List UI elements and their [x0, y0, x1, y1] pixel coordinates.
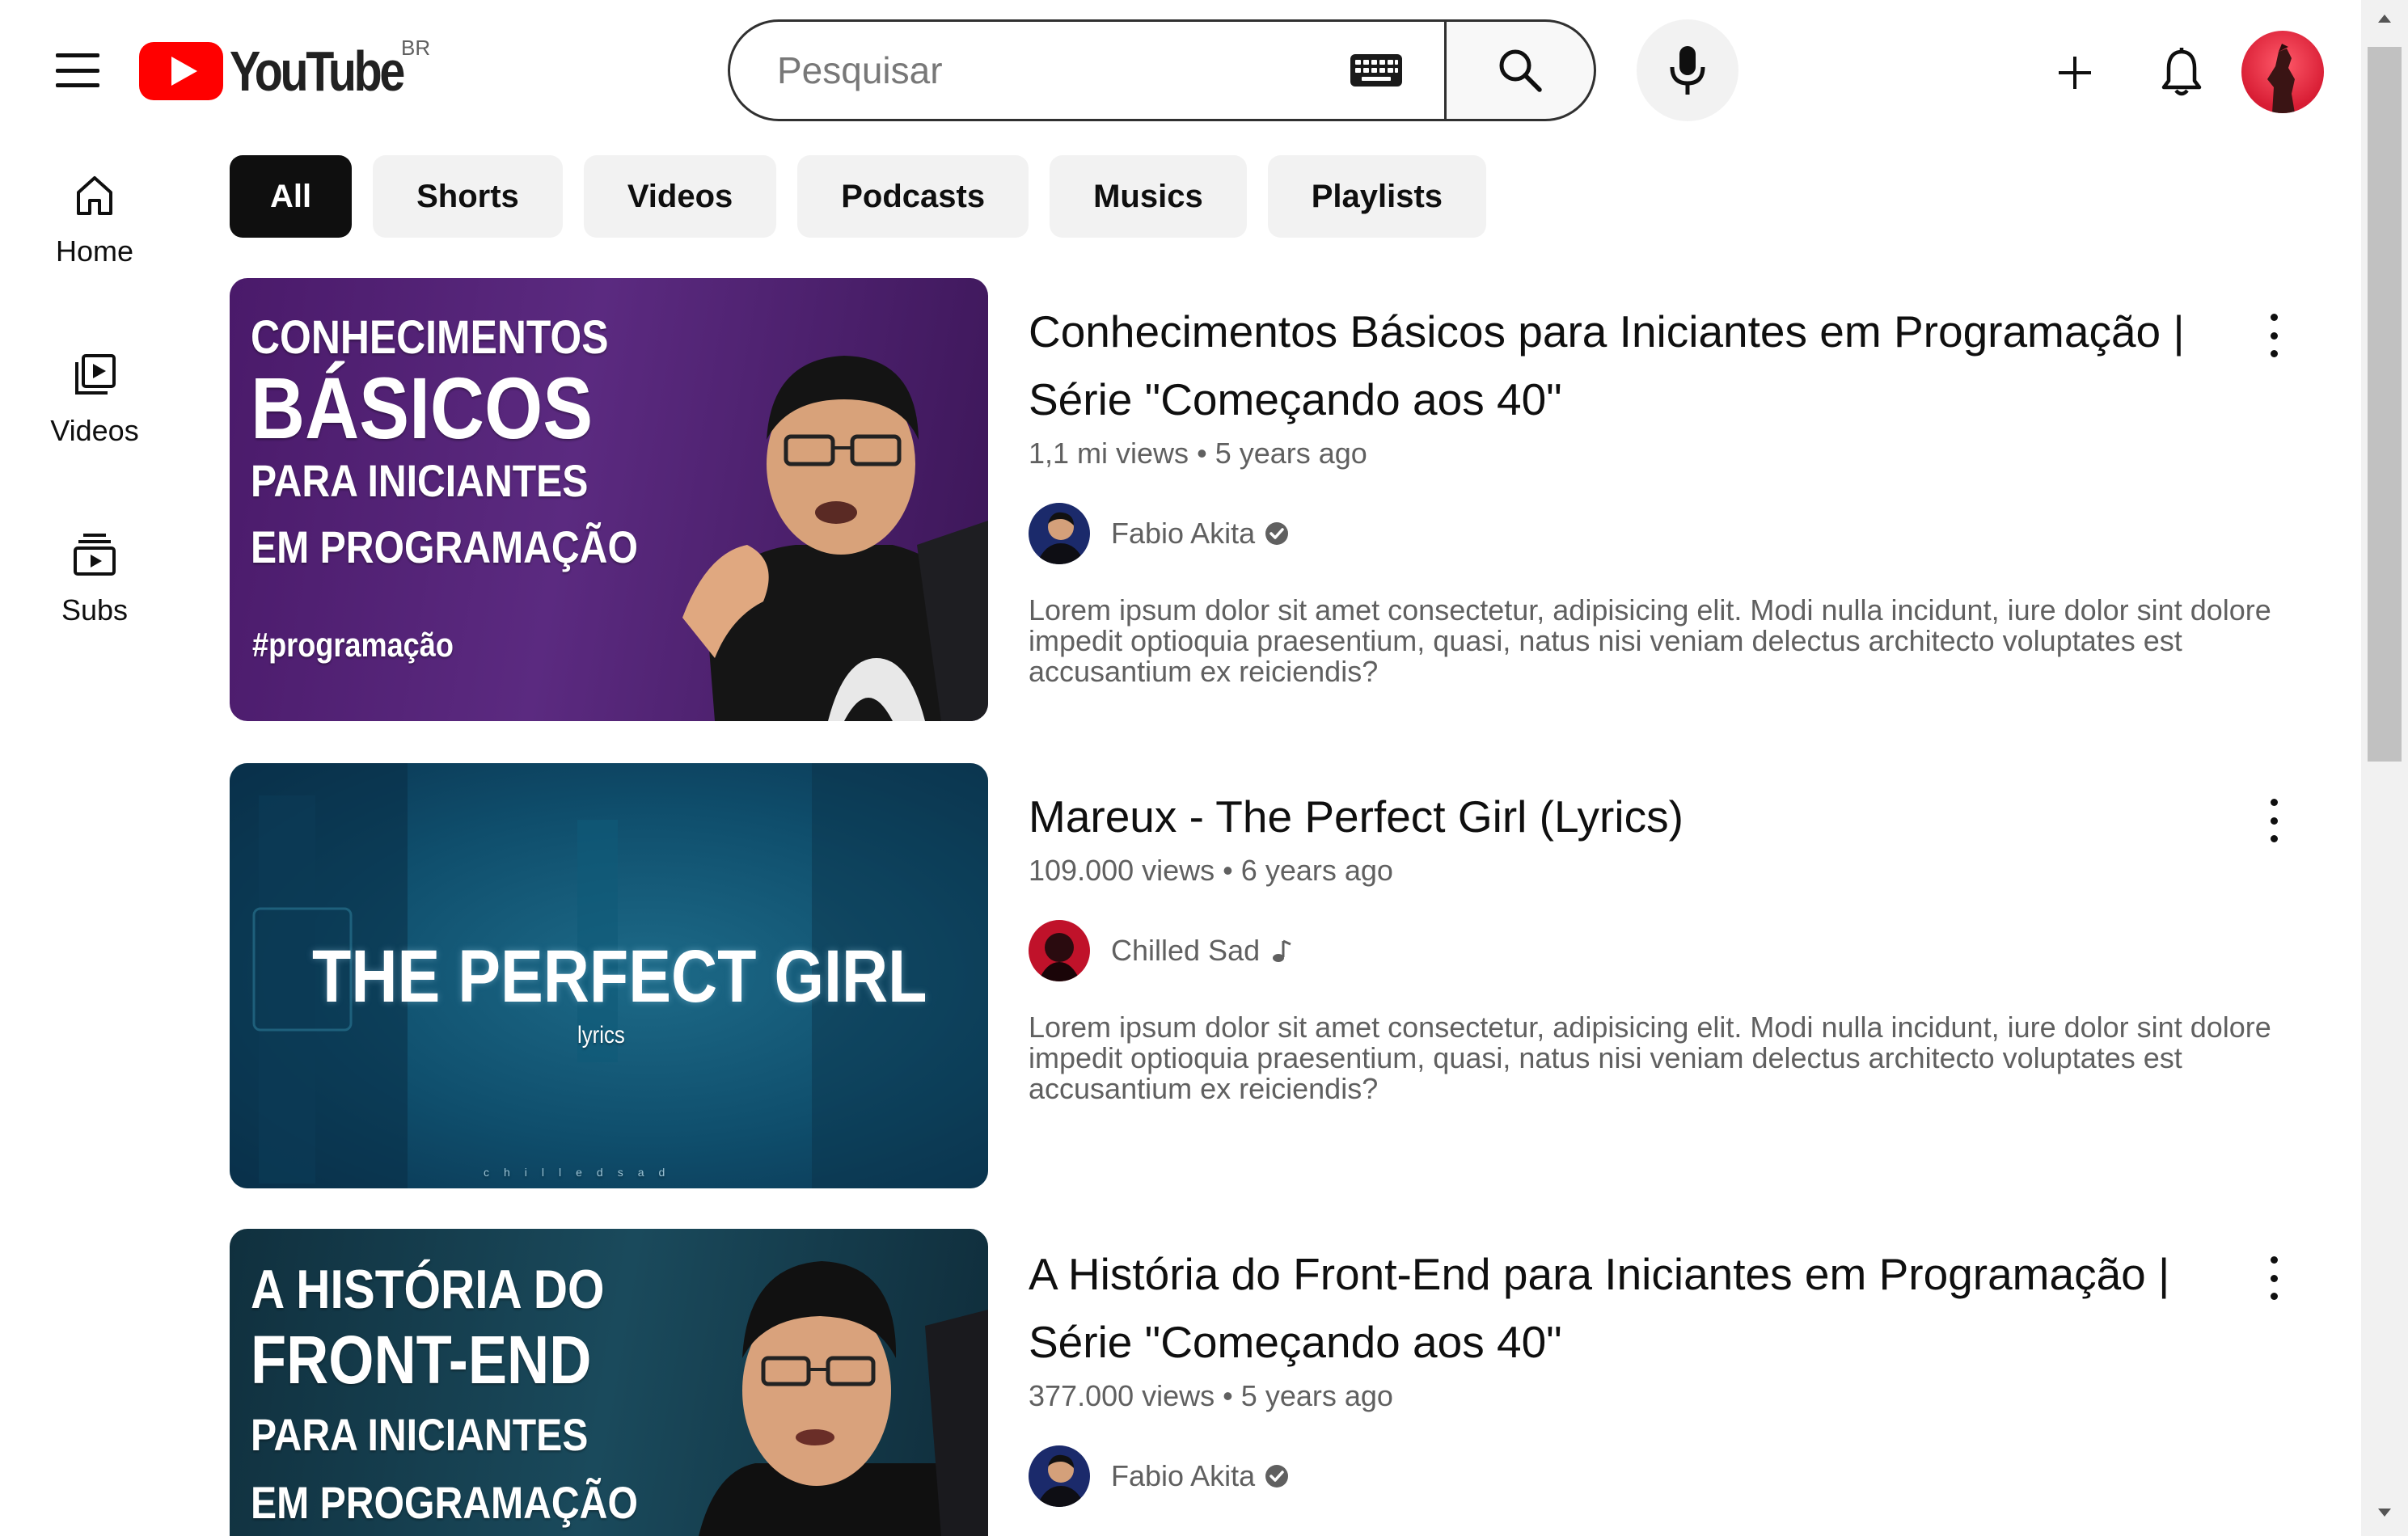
- thumbnail-text: PARA INICIANTES: [251, 455, 589, 506]
- logo-text: YouTube: [230, 40, 405, 103]
- masthead: YouTube BR: [0, 0, 2361, 142]
- chip-all[interactable]: All: [230, 155, 353, 238]
- channel-name: Fabio Akita: [1111, 1459, 1256, 1492]
- thumbnail-text: FRONT-END: [251, 1322, 592, 1398]
- chip-musics[interactable]: Musics: [1050, 155, 1247, 238]
- channel-avatar: [1029, 503, 1090, 564]
- channel-avatar-image: [1029, 1445, 1090, 1507]
- video-title[interactable]: A História do Front-End para Iniciantes …: [1029, 1240, 2241, 1376]
- region-code: BR: [401, 36, 431, 60]
- video-description: Lorem ipsum dolor sit amet consectetur, …: [1029, 1011, 2271, 1105]
- thumbnail-text: chilledsad: [484, 1166, 680, 1179]
- meta-separator: •: [1223, 1379, 1233, 1412]
- scrollbar-thumb[interactable]: [2368, 47, 2402, 762]
- videos-icon: [75, 354, 116, 395]
- chip-playlists[interactable]: Playlists: [1267, 155, 1487, 238]
- notifications-button[interactable]: [2148, 39, 2216, 107]
- video-metadata: 1,1 mi views • 5 years ago: [1029, 437, 2241, 471]
- subscriptions-icon: [74, 534, 116, 576]
- channel-link[interactable]: Fabio Akita: [1029, 1445, 2241, 1507]
- video-title-line: Mareux - The Perfect Girl (Lyrics): [1029, 791, 1683, 842]
- video-metadata: 109.000 views • 6 years ago: [1029, 854, 2241, 888]
- video-thumbnail[interactable]: THE PERFECT GIRL lyrics chilledsad: [230, 763, 988, 1188]
- video-title-line: Série "Começando aos 40": [1029, 374, 1562, 424]
- keyboard-icon[interactable]: [1350, 54, 1402, 87]
- create-button[interactable]: [2043, 40, 2107, 105]
- channel-avatar: [1029, 1445, 1090, 1507]
- more-options-icon[interactable]: [2258, 307, 2290, 364]
- video-metadata: 377.000 views • 5 years ago: [1029, 1379, 2241, 1413]
- video-title[interactable]: Mareux - The Perfect Girl (Lyrics): [1029, 783, 2241, 850]
- verified-icon: [1265, 1465, 1289, 1487]
- thumbnail-text: #programação: [252, 626, 454, 664]
- channel-link[interactable]: Chilled Sad: [1029, 920, 2241, 981]
- video-info: A História do Front-End para Iniciantes …: [1029, 1229, 2241, 1507]
- video-title[interactable]: Conhecimentos Básicos para Iniciantes em…: [1029, 297, 2241, 433]
- search-box: [728, 19, 1446, 121]
- upload-age: 5 years ago: [1215, 437, 1367, 470]
- meta-separator: •: [1197, 437, 1207, 470]
- microphone-icon: [1670, 46, 1705, 95]
- plus-icon: [2059, 57, 2091, 89]
- sidebar-item-label: Videos: [50, 414, 139, 447]
- search-input[interactable]: [777, 49, 1350, 92]
- thumbnail-text: BÁSICOS: [251, 359, 594, 457]
- chip-podcasts[interactable]: Podcasts: [797, 155, 1029, 238]
- channel-avatar-image: [1029, 920, 1090, 981]
- scroll-up-arrow-icon[interactable]: [2378, 15, 2391, 23]
- music-note-icon: [1273, 939, 1291, 962]
- verified-icon: [1265, 522, 1289, 545]
- youtube-play-icon: [139, 42, 223, 100]
- thumbnail-text: THE PERFECT GIRL: [312, 935, 927, 1018]
- channel-name: Chilled Sad: [1111, 934, 1261, 967]
- upload-age: 6 years ago: [1240, 854, 1393, 887]
- video-thumbnail[interactable]: A HISTÓRIA DO FRONT-END PARA INICIANTES …: [230, 1229, 988, 1536]
- video-info: Mareux - The Perfect Girl (Lyrics) 109.0…: [1029, 763, 2271, 1104]
- chip-shorts[interactable]: Shorts: [373, 155, 563, 238]
- thumbnail-text: A HISTÓRIA DO: [251, 1259, 605, 1320]
- sidebar-item-label: Subs: [61, 593, 129, 627]
- filter-chips: All Shorts Videos Podcasts Musics Playli…: [230, 155, 1487, 238]
- sidebar-item-label: Home: [55, 234, 134, 268]
- channel-link[interactable]: Fabio Akita: [1029, 503, 2241, 564]
- channel-avatar: [1029, 920, 1090, 981]
- thumbnail-text: EM PROGRAMAÇÃO: [251, 1477, 638, 1528]
- video-title-line: A História do Front-End para Iniciantes …: [1029, 1249, 2170, 1299]
- chip-videos[interactable]: Videos: [583, 155, 777, 238]
- video-title-line: Conhecimentos Básicos para Iniciantes em…: [1029, 306, 2185, 357]
- thumbnail-text: EM PROGRAMAÇÃO: [251, 521, 638, 572]
- video-thumbnail[interactable]: CONHECIMENTOS BÁSICOS PARA INICIANTES EM…: [230, 278, 988, 721]
- more-options-icon[interactable]: [2258, 792, 2290, 849]
- voice-search-button[interactable]: [1637, 19, 1738, 121]
- menu-icon[interactable]: [53, 50, 102, 91]
- channel-name: Fabio Akita: [1111, 517, 1256, 550]
- bell-icon: [2161, 48, 2202, 96]
- youtube-logo[interactable]: YouTube BR: [139, 36, 441, 103]
- sidebar-item-home[interactable]: Home: [13, 142, 176, 304]
- meta-separator: •: [1223, 854, 1233, 887]
- thumbnail-text: CONHECIMENTOS: [251, 311, 609, 364]
- view-count: 377.000 views: [1029, 1379, 1215, 1412]
- video-info: Conhecimentos Básicos para Iniciantes em…: [1029, 278, 2271, 687]
- account-avatar[interactable]: [2241, 31, 2324, 113]
- channel-avatar-image: [1029, 503, 1090, 564]
- view-count: 1,1 mi views: [1029, 437, 1189, 470]
- sidebar-item-subs[interactable]: Subs: [13, 501, 176, 663]
- scroll-down-arrow-icon[interactable]: [2378, 1509, 2391, 1517]
- page-scrollbar[interactable]: [2361, 0, 2408, 1536]
- video-title-line: Série "Começando aos 40": [1029, 1317, 1562, 1367]
- upload-age: 5 years ago: [1240, 1379, 1393, 1412]
- more-options-icon[interactable]: [2258, 1250, 2290, 1306]
- avatar-image: [2267, 44, 2295, 113]
- search-icon: [1499, 49, 1542, 92]
- video-description: Lorem ipsum dolor sit amet consectetur, …: [1029, 593, 2271, 688]
- thumbnail-text: lyrics: [577, 1022, 625, 1049]
- thumbnail-text: PARA INICIANTES: [251, 1409, 589, 1460]
- view-count: 109.000 views: [1029, 854, 1215, 887]
- sidebar-item-videos[interactable]: Videos: [13, 322, 176, 483]
- home-icon: [77, 176, 112, 215]
- search-button[interactable]: [1444, 19, 1596, 121]
